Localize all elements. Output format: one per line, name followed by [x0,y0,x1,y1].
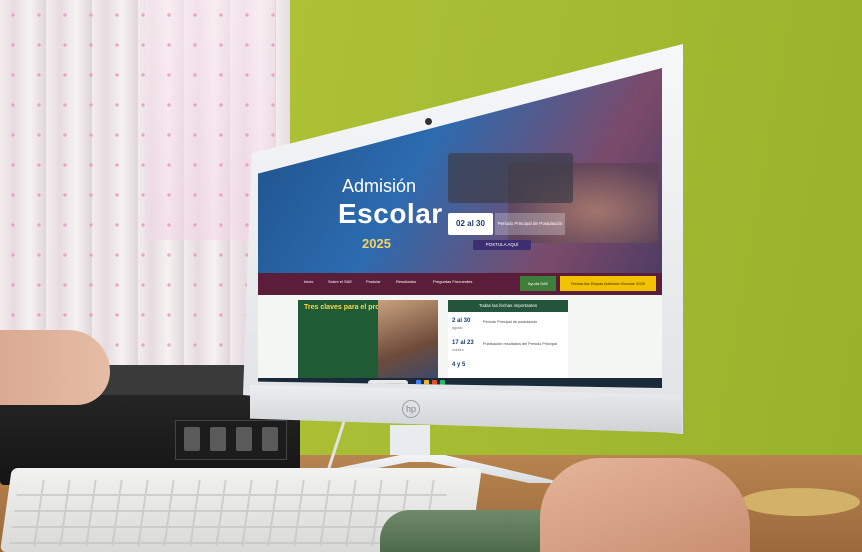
ink-tank [236,427,252,451]
postula-button[interactable]: POSTULA AQUÍ [473,240,531,250]
date-item: 4 y 5 [452,362,466,368]
ayuda-button[interactable]: Ayuda SAE [520,276,556,291]
nav-item[interactable]: Inicio [304,279,313,284]
dates-header: Todas las fechas importantes [448,300,568,312]
nav-bar: Inicio Sobre el SAE Postular Resultados … [258,273,662,295]
ink-tank [210,427,226,451]
app-icon[interactable] [440,380,445,385]
date-box: 02 al 30 [448,213,493,235]
date-item: 17 al 23 [452,340,474,346]
date-item-sub: octubre [452,348,464,352]
left-hand [0,330,110,405]
right-hand-on-mouse [540,458,750,552]
notice-box [448,153,573,203]
date-label: Periodo Principal de Postulación [495,213,565,235]
monitor-stand-neck [390,425,430,455]
nav-item[interactable]: Preguntas Frecuentes [433,279,472,284]
nav-item[interactable]: Postular [366,279,381,284]
nav-item[interactable]: Sobre el SAE [328,279,352,284]
brand-year: 2025 [362,236,391,251]
brand-title-main: Escolar [338,198,443,229]
photo-scene: hp Admisión Escolar 2025 02 al 30 Period… [0,0,862,552]
chrome-icon[interactable] [432,380,437,385]
date-item-text: Publicación resultados del Periodo Princ… [483,342,557,346]
ink-tank [184,427,200,451]
etapas-button[interactable]: Revisa las Etapas Admisión Escolar 2025 [560,276,656,291]
hp-logo-icon: hp [402,400,420,418]
ink-tank [262,427,278,451]
date-item-text: Periodo Principal de postulación [483,320,538,324]
nav-item[interactable]: Resultados [396,279,416,284]
webcam-icon [425,118,432,125]
brand-title: Admisión [342,176,417,196]
students-photo [378,300,438,380]
date-item-sub: agosto [452,326,463,330]
mouse-pad [740,488,860,516]
printer-ink-tanks [175,420,287,460]
date-item: 2 al 30 [452,318,471,324]
